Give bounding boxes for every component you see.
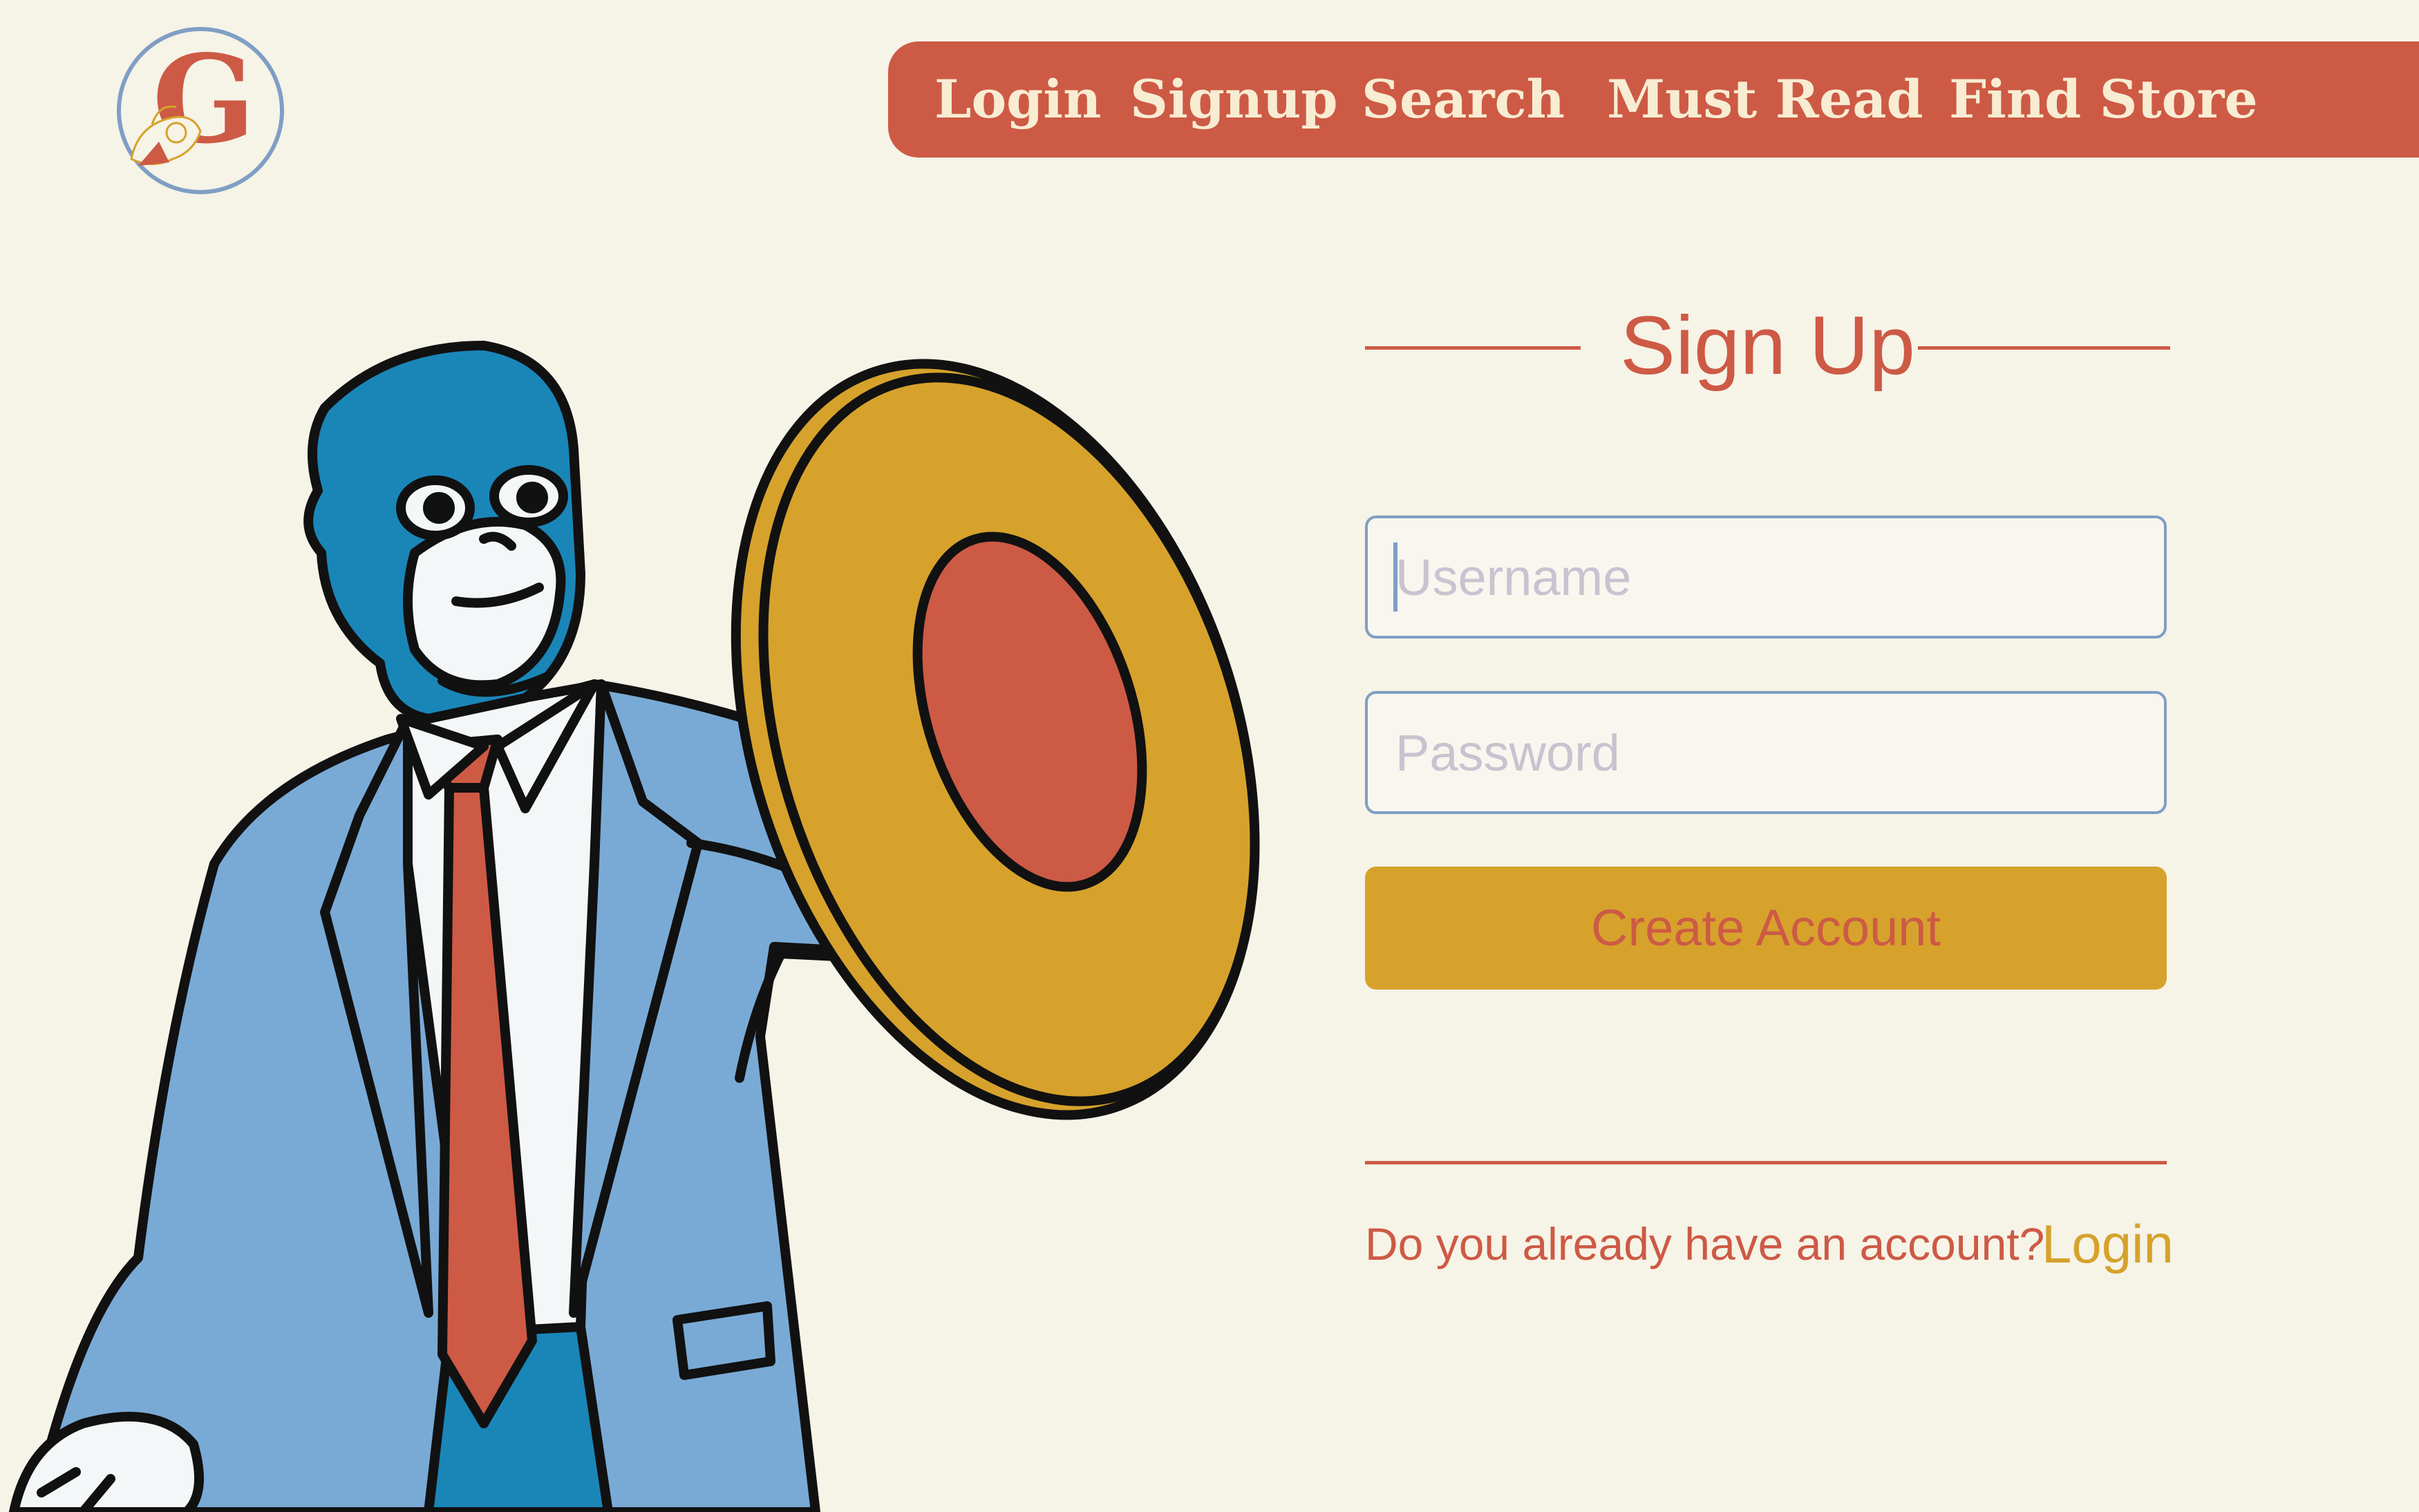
nav-login[interactable]: Login — [934, 41, 1101, 158]
text-cursor — [1393, 542, 1397, 612]
login-link[interactable]: Login — [2042, 1206, 2174, 1282]
create-account-button[interactable]: Create Account — [1365, 867, 2167, 990]
nav-find-store[interactable]: Find Store — [1949, 41, 2258, 158]
signup-heading: Sign Up — [1365, 283, 2170, 408]
page-title: Sign Up — [1620, 299, 1915, 392]
existing-account-prompt: Do you already have an account? — [1365, 1218, 2045, 1269]
title-rule-right — [1918, 346, 2170, 350]
username-input[interactable] — [1365, 516, 2167, 639]
nav-must-read[interactable]: Must Read — [1607, 41, 1923, 158]
top-navigation: Login Signup Search Must Read Find Store — [888, 41, 2419, 158]
nav-signup[interactable]: Signup — [1130, 41, 1338, 158]
brand-logo-icon[interactable]: G — [111, 21, 290, 200]
password-input[interactable] — [1365, 691, 2167, 814]
form-divider — [1365, 1161, 2167, 1164]
nav-search[interactable]: Search — [1362, 41, 1565, 158]
hero-illustration — [9, 341, 1260, 1512]
